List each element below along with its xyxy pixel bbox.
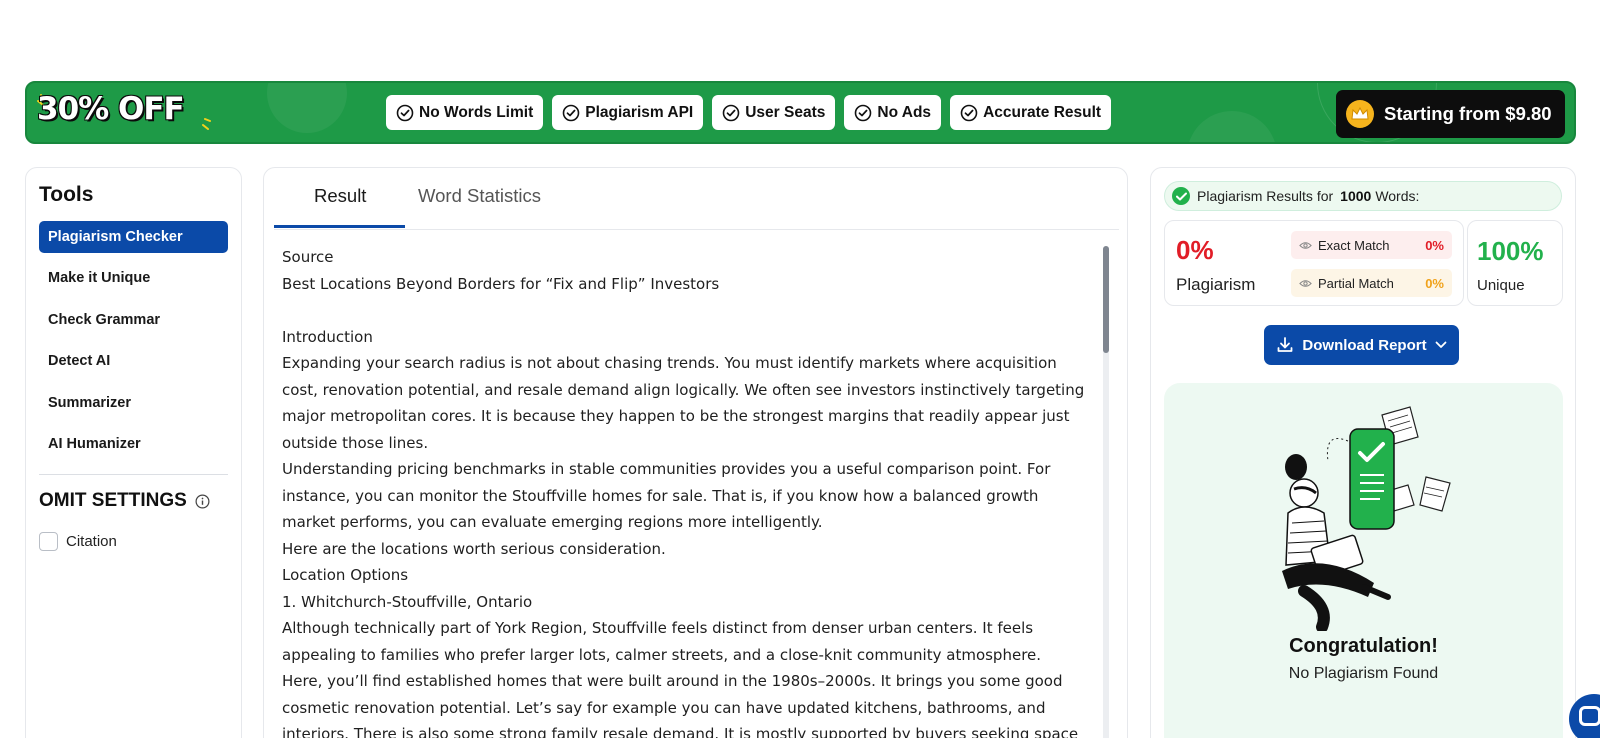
- text-line: market performs, you can evaluate emergi…: [282, 513, 823, 531]
- feature-label: No Words Limit: [419, 103, 534, 121]
- text-line: Location Options: [282, 566, 409, 584]
- text-line: Introduction: [282, 327, 373, 346]
- chat-icon-shape: [1579, 706, 1600, 726]
- divider: [39, 474, 228, 475]
- omit-settings-title: OMIT SETTINGS: [39, 490, 187, 511]
- banner-decoration: [1187, 111, 1277, 142]
- download-report-button[interactable]: Download Report: [1264, 325, 1459, 365]
- text-line: cosmetic renovation potential. Let’s say…: [282, 698, 1046, 717]
- feature-label: No Ads: [877, 103, 932, 121]
- word-count: 1000: [1340, 188, 1372, 204]
- exact-match-badge[interactable]: Exact Match 0%: [1291, 231, 1452, 259]
- plagiarism-label: Plagiarism: [1176, 275, 1256, 294]
- check-circle-icon: [722, 104, 740, 121]
- check-circle-icon: [1172, 187, 1190, 205]
- exact-match-percentage: 0%: [1425, 237, 1444, 253]
- check-circle-icon: [396, 104, 414, 121]
- text-line: major metropolitan cores. It is because …: [282, 407, 1070, 425]
- download-report-label: Download Report: [1302, 336, 1427, 354]
- plagiarism-percentage: 0%: [1176, 235, 1214, 265]
- feature-no-ads: No Ads: [844, 95, 942, 130]
- congratulation-box: Congratulation! No Plagiarism Found: [1164, 383, 1563, 738]
- feature-user-seats: User Seats: [712, 95, 836, 130]
- tools-panel: Tools Plagiarism Checker Make it Unique …: [25, 167, 242, 738]
- pricing-button[interactable]: Starting from $9.80: [1336, 90, 1565, 138]
- person-with-laptop-illustration: [1282, 406, 1451, 631]
- exact-match-label: Exact Match: [1318, 237, 1390, 253]
- active-tab-indicator: [274, 225, 405, 228]
- tool-make-it-unique[interactable]: Make it Unique: [39, 262, 228, 294]
- citation-checkbox[interactable]: [39, 532, 58, 551]
- text-line: interiors. There is also some strong fam…: [282, 725, 1079, 738]
- unique-label: Unique: [1477, 277, 1525, 294]
- tool-summarizer[interactable]: Summarizer: [39, 387, 228, 419]
- discount-offer: 30% OFF: [37, 91, 185, 127]
- check-circle-icon: [960, 104, 978, 121]
- chevron-down-icon: [1435, 341, 1446, 348]
- results-header-suffix: Words:: [1375, 188, 1420, 204]
- tab-word-statistics[interactable]: Word Statistics: [414, 185, 545, 207]
- banner-decoration: [267, 83, 347, 133]
- stats-panel: Plagiarism Results for 1000 Words: 0% Pl…: [1150, 167, 1576, 738]
- text-line: [282, 297, 1102, 324]
- result-panel: Result Word Statistics Source Best Locati…: [263, 167, 1128, 738]
- text-line: instance, you can monitor the Stouffvill…: [282, 486, 1039, 505]
- text-line: Source: [282, 248, 334, 266]
- download-icon: [1278, 337, 1293, 352]
- feature-label: Accurate Result: [983, 103, 1102, 121]
- tool-detect-ai[interactable]: Detect AI: [39, 345, 228, 377]
- unique-percentage: 100%: [1477, 236, 1544, 266]
- text-line: Here are the locations worth serious con…: [282, 539, 666, 558]
- page: 30% OFF No Words Limit Plagiarism API Us…: [0, 0, 1600, 738]
- tool-plagiarism-checker[interactable]: Plagiarism Checker: [39, 221, 228, 253]
- tool-check-grammar[interactable]: Check Grammar: [39, 304, 228, 336]
- tab-result[interactable]: Result: [310, 185, 370, 207]
- text-line: 1. Whitchurch-Stouffville, Ontario: [282, 592, 533, 611]
- citation-label: Citation: [66, 533, 117, 550]
- pricing-label: Starting from $9.80: [1384, 103, 1552, 124]
- feature-label: Plagiarism API: [585, 103, 694, 121]
- tools-title: Tools: [39, 183, 94, 206]
- tool-ai-humanizer[interactable]: AI Humanizer: [39, 428, 228, 460]
- text-line: Expanding your search radius is not abou…: [282, 354, 1057, 372]
- check-circle-icon: [855, 104, 872, 121]
- text-line: Understanding pricing benchmarks in stab…: [282, 460, 1051, 478]
- crown-icon: [1346, 100, 1374, 128]
- unique-score-box: 100% Unique: [1467, 220, 1563, 306]
- text-line: Although technically part of York Region…: [282, 619, 1034, 637]
- feature-plagiarism-api: Plagiarism API: [552, 95, 704, 130]
- congratulation-title: Congratulation!: [1289, 635, 1438, 657]
- result-tabs: Result Word Statistics: [274, 168, 1119, 230]
- result-text[interactable]: Source Best Locations Beyond Borders for …: [282, 244, 1102, 738]
- feature-accurate-result: Accurate Result: [950, 95, 1112, 130]
- feature-label: User Seats: [745, 103, 826, 121]
- text-line: outside those lines.: [282, 433, 429, 452]
- text-line: Best Locations Beyond Borders for “Fix a…: [282, 274, 720, 293]
- citation-option[interactable]: Citation: [39, 532, 117, 551]
- partial-match-label: Partial Match: [1318, 275, 1394, 291]
- partial-match-badge[interactable]: Partial Match 0%: [1291, 269, 1452, 297]
- omit-settings-heading: OMIT SETTINGS: [39, 490, 210, 512]
- text-line: Here, you’ll find established homes that…: [282, 672, 1063, 690]
- feature-no-words-limit: No Words Limit: [386, 95, 544, 130]
- promo-banner[interactable]: 30% OFF No Words Limit Plagiarism API Us…: [25, 81, 1576, 144]
- scrollbar-thumb[interactable]: [1103, 246, 1109, 353]
- eye-icon: [1299, 241, 1312, 249]
- eye-icon: [1299, 279, 1312, 287]
- results-header: Plagiarism Results for 1000 Words:: [1164, 181, 1562, 211]
- feature-list: No Words Limit Plagiarism API User Seats…: [386, 95, 1112, 130]
- plagiarism-score-box: 0% Plagiarism Exact Match 0% Partial Mat…: [1164, 220, 1464, 306]
- text-line: cost, renovation potential, and resale d…: [282, 380, 1085, 399]
- congratulation-subtitle: No Plagiarism Found: [1288, 665, 1439, 682]
- info-icon[interactable]: [195, 494, 210, 509]
- check-circle-icon: [562, 104, 580, 121]
- results-header-prefix: Plagiarism Results for: [1197, 188, 1334, 204]
- text-line: appealing to families who prefer larger …: [282, 645, 1042, 664]
- partial-match-percentage: 0%: [1425, 275, 1444, 291]
